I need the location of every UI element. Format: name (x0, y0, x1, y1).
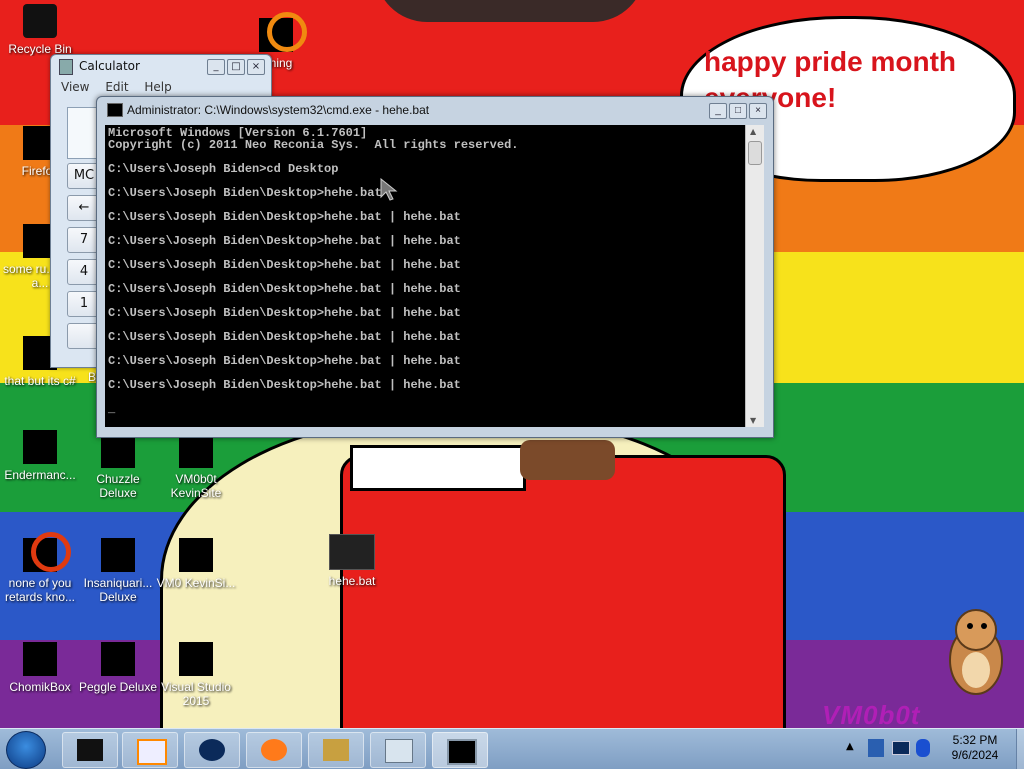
wallpaper-mouth (350, 445, 526, 491)
show-hidden-icon[interactable]: ▲ (846, 741, 854, 752)
desktop-icon-visual-studio[interactable]: Visual Studio 2015 (156, 642, 236, 708)
recycle-bin-icon (23, 4, 57, 38)
calculator-title: Calculator (79, 59, 140, 73)
insaniquarium-icon (101, 538, 135, 572)
chuzzle-icon (101, 434, 135, 468)
desktop-icon-label: Visual Studio 2015 (161, 680, 231, 708)
file-icon (23, 532, 71, 572)
cmd-icon (447, 739, 477, 765)
display-icon[interactable] (892, 741, 910, 755)
calculator-menubar: View Edit Help (51, 77, 271, 97)
maximize-button[interactable]: □ (227, 59, 245, 75)
mouse-cursor-icon (380, 178, 398, 201)
scroll-down-icon[interactable]: ▼ (750, 416, 756, 425)
desktop-icon-none-of-you[interactable]: none of you retards kno... (0, 532, 80, 604)
shortcut-icon (179, 434, 213, 468)
taskbar-item-firefox[interactable] (246, 732, 302, 768)
cmd-title: Administrator: C:\Windows\system32\cmd.e… (127, 103, 430, 117)
globe-icon (199, 739, 225, 761)
calculator-titlebar[interactable]: Calculator _ □ × (51, 55, 271, 77)
desktop-icon-hehe-bat[interactable]: hehe.bat (312, 534, 392, 588)
wallpaper-cigar (520, 440, 615, 480)
taskbar-item-globe[interactable] (184, 732, 240, 768)
hamster-icon (949, 609, 1003, 695)
show-desktop-button[interactable] (1016, 729, 1024, 769)
desktop-icon-peggle[interactable]: Peggle Deluxe (78, 642, 158, 694)
wallpaper-watermark: VM0b0t (822, 700, 921, 728)
explorer-icon (77, 739, 103, 761)
close-button[interactable]: × (247, 59, 265, 75)
minimize-button[interactable]: _ (207, 59, 225, 75)
visual-studio-icon (179, 642, 213, 676)
peggle-icon (101, 642, 135, 676)
menu-edit[interactable]: Edit (105, 80, 128, 94)
cmd-titlebar[interactable]: Administrator: C:\Windows\system32\cmd.e… (97, 97, 773, 123)
wallpaper-shape-top (375, 0, 645, 22)
calculator-icon (59, 59, 73, 75)
taskbar-item-cmd[interactable] (432, 732, 488, 768)
taskbar: ▲ 5:32 PM 9/6/2024 (0, 728, 1024, 769)
desktop-icon-label: VM0 KevinSi... (156, 576, 236, 590)
close-button[interactable]: × (749, 103, 767, 119)
desktop[interactable]: happy pride month everyone! VM0b0t Recyc… (0, 0, 1024, 728)
taskbar-item-calculator[interactable] (370, 732, 426, 768)
wallpaper-shirt (340, 455, 786, 728)
cmd-console[interactable]: Microsoft Windows [Version 6.1.7601] Cop… (105, 125, 745, 427)
taskbar-item-media-player[interactable] (122, 732, 178, 768)
desktop-icon-insaniquarium[interactable]: Insaniquari... Deluxe (78, 538, 158, 604)
cmd-window[interactable]: Administrator: C:\Windows\system32\cmd.e… (96, 96, 774, 438)
firefox-icon (261, 739, 287, 761)
network-icon[interactable] (868, 739, 884, 757)
start-orb-icon[interactable] (6, 731, 46, 769)
desktop-icon-vm0b0t-kevinsite[interactable]: VM0b0t KevinSite (156, 434, 236, 500)
shortcut-icon (179, 538, 213, 572)
desktop-icon-label: hehe.bat (328, 574, 376, 588)
desktop-icon-label: Chuzzle Deluxe (96, 472, 140, 500)
desktop-icon-label: VM0b0t KevinSite (170, 472, 222, 500)
desktop-icon-label: none of you retards kno... (4, 576, 76, 604)
cmd-icon (107, 103, 123, 117)
clock-date: 9/6/2024 (951, 748, 999, 762)
desktop-icon-recycle-bin[interactable]: Recycle Bin (0, 4, 80, 56)
desktop-icon-label: Insaniquari... Deluxe (83, 576, 153, 604)
media-player-icon (137, 739, 167, 765)
desktop-icon-vm0-kevinsite[interactable]: VM0 KevinSi... (156, 538, 236, 590)
scroll-up-icon[interactable]: ▲ (750, 127, 756, 136)
batch-file-icon (329, 534, 375, 570)
endermanch-icon (23, 430, 57, 464)
scroll-thumb[interactable] (748, 141, 762, 165)
calculator-icon (385, 739, 413, 763)
desktop-icon-endermanch[interactable]: Endermanc... (0, 430, 80, 482)
clock-time: 5:32 PM (952, 733, 998, 747)
desktop-icon-label: that but its c# (4, 374, 76, 388)
desktop-icon-chuzzle[interactable]: Chuzzle Deluxe (78, 434, 158, 500)
bluetooth-icon[interactable] (916, 739, 930, 757)
maximize-button[interactable]: □ (729, 103, 747, 119)
desktop-icon-label: Endermanc... (4, 468, 76, 482)
chomikbox-icon (23, 642, 57, 676)
desktop-icon-label: Peggle Deluxe (78, 680, 158, 694)
menu-help[interactable]: Help (144, 80, 171, 94)
cmd-output: Microsoft Windows [Version 6.1.7601] Cop… (108, 126, 519, 416)
taskbar-item-chomikbox[interactable] (308, 732, 364, 768)
taskbar-item-explorer[interactable] (62, 732, 118, 768)
menu-view[interactable]: View (61, 80, 89, 94)
desktop-icon-label: ChomikBox (9, 680, 71, 694)
chomikbox-icon (323, 739, 349, 761)
minimize-button[interactable]: _ (709, 103, 727, 119)
app-icon (259, 12, 307, 52)
taskbar-clock[interactable]: 5:32 PM 9/6/2024 (935, 733, 1015, 763)
cmd-scrollbar[interactable]: ▲ ▼ (745, 125, 764, 427)
desktop-icon-chomikbox[interactable]: ChomikBox (0, 642, 80, 694)
